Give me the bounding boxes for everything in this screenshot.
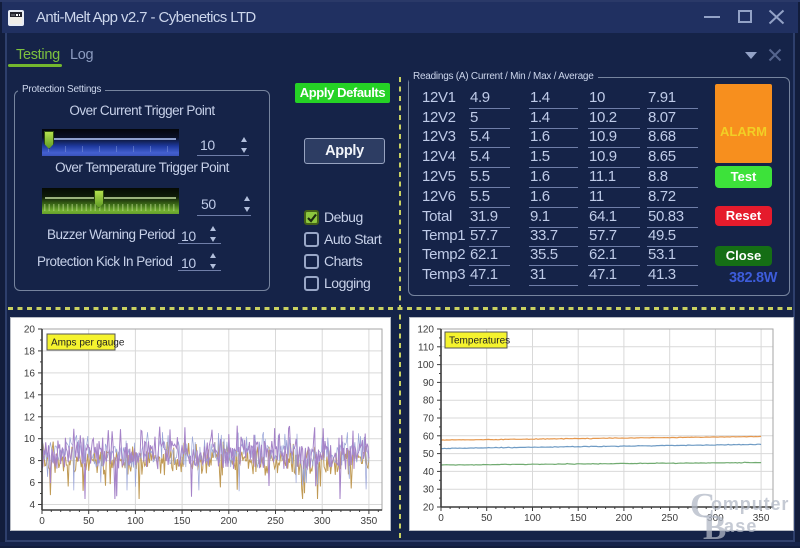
- svg-text:80: 80: [423, 396, 435, 407]
- svg-text:16: 16: [24, 368, 36, 379]
- svg-text:8: 8: [29, 456, 35, 467]
- svg-text:120: 120: [417, 325, 434, 336]
- svg-text:100: 100: [417, 360, 434, 371]
- svg-text:50: 50: [481, 513, 493, 524]
- svg-text:40: 40: [423, 467, 435, 478]
- svg-text:70: 70: [423, 414, 435, 425]
- svg-text:6: 6: [29, 478, 35, 489]
- svg-text:300: 300: [314, 516, 331, 527]
- svg-text:12: 12: [24, 412, 36, 423]
- svg-text:0: 0: [438, 513, 444, 524]
- svg-text:0: 0: [39, 516, 45, 527]
- svg-text:250: 250: [661, 513, 678, 524]
- svg-text:60: 60: [423, 431, 435, 442]
- svg-text:110: 110: [418, 342, 434, 353]
- svg-text:200: 200: [616, 513, 633, 524]
- svg-text:10: 10: [24, 434, 36, 445]
- svg-text:Amps per gauge: Amps per gauge: [51, 338, 125, 349]
- svg-text:14: 14: [24, 390, 36, 401]
- svg-text:250: 250: [267, 516, 284, 527]
- svg-text:20: 20: [423, 503, 435, 514]
- svg-text:50: 50: [423, 449, 435, 460]
- svg-text:50: 50: [83, 516, 95, 527]
- svg-text:90: 90: [423, 378, 435, 389]
- svg-text:350: 350: [361, 516, 378, 527]
- svg-text:150: 150: [174, 516, 191, 527]
- svg-text:20: 20: [24, 325, 36, 336]
- svg-text:200: 200: [220, 516, 237, 527]
- svg-text:4: 4: [29, 500, 35, 511]
- svg-text:30: 30: [423, 485, 435, 496]
- svg-text:100: 100: [127, 516, 144, 527]
- svg-text:100: 100: [524, 513, 541, 524]
- svg-text:Temperatures: Temperatures: [449, 336, 510, 347]
- svg-text:150: 150: [570, 513, 587, 524]
- svg-text:18: 18: [24, 346, 36, 357]
